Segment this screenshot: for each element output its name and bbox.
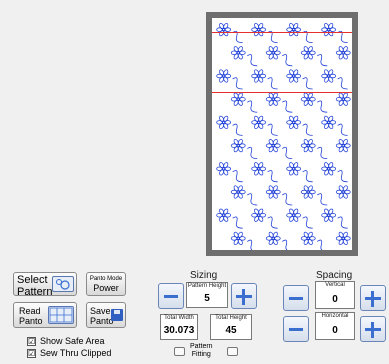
flower-motif [230,231,253,250]
spacing-heading: Spacing [316,270,353,281]
sew-thru-clipped-checkbox[interactable]: ☑ [27,348,36,358]
flower-motif [335,138,351,153]
pattern-preview-frame [206,12,358,256]
pattern-height-label: Pattern Height [187,283,227,289]
flower-pattern-graphic [216,22,351,250]
flower-motif [251,69,278,90]
flower-motif [300,185,328,206]
total-width-field[interactable]: Total Width 30.073 [160,314,198,340]
flower-motif [286,208,313,229]
horizontal-spacing-field[interactable]: Horizontal 0 [315,312,355,340]
vertical-spacing-field[interactable]: Vertical 0 [315,281,355,309]
horizontal-spacing-decrease-button[interactable] [283,316,309,342]
sew-thru-clipped-label: Sew Thru Clipped [40,348,112,358]
flower-motif [230,46,258,67]
plus-icon [371,322,374,338]
horizontal-spacing-label: Horizontal [321,313,349,319]
flower-motif [216,69,243,90]
flower-motif [230,185,258,206]
minus-icon [289,328,303,331]
flower-motif [230,138,258,159]
pattern-height-value: 5 [204,293,210,304]
safe-area-bottom-line [212,92,352,93]
flower-motif [286,69,313,90]
total-height-value: 45 [225,325,237,336]
flower-motif [321,115,348,136]
pattern-fitting-right-button[interactable] [227,347,238,356]
flower-motif [321,208,348,229]
show-safe-area-label: Show Safe Area [40,336,105,346]
flower-motif [300,92,328,113]
flower-motif [300,46,328,67]
total-width-label: Total Width [164,315,194,321]
show-safe-area-checkbox-row[interactable]: ☑ Show Safe Area [27,336,105,346]
select-pattern-label-line1: Select [17,274,48,286]
flower-motif [286,115,313,136]
vertical-spacing-decrease-button[interactable] [283,285,309,311]
flower-motif [265,92,293,113]
save-panto-label-line1: Save [90,306,111,316]
flower-motif [251,208,278,229]
minus-icon [289,297,303,300]
flower-motif [335,92,351,106]
minus-icon [164,295,178,298]
pattern-height-decrease-button[interactable] [158,283,184,309]
horizontal-spacing-value: 0 [332,325,338,336]
floppy-disk-icon [111,309,123,321]
panto-mode-button[interactable]: Panto Mode Power [86,272,126,296]
flower-motif [251,115,278,136]
vertical-spacing-value: 0 [332,294,338,305]
plus-icon [242,289,245,305]
pattern-height-field[interactable]: Pattern Height 5 [186,282,228,308]
horizontal-spacing-increase-button[interactable] [360,316,386,342]
flower-motif [265,138,293,159]
total-width-value: 30.073 [163,325,195,336]
save-panto-label-line2: Panto [90,316,114,326]
read-panto-grid-icon [48,306,74,324]
flower-motif [265,46,293,67]
save-panto-button[interactable]: Save Panto [86,302,126,328]
flower-motif [300,231,323,250]
pattern-fitting-label: Pattern Fitting [190,343,213,358]
show-safe-area-checkbox[interactable]: ☑ [27,336,36,346]
panto-mode-label: Panto Mode [89,276,123,282]
select-pattern-label-line2: Pattern [17,286,53,298]
flower-motif [335,46,351,60]
panto-mode-value: Power [93,283,119,293]
sizing-heading: Sizing [190,270,218,281]
flower-motif [286,162,313,183]
flower-motif [265,231,288,250]
safe-area-top-line [212,32,352,33]
flower-motif [265,185,293,206]
flower-motif [216,208,243,229]
flower-motif [216,115,243,136]
read-panto-label-line2: Panto [19,316,43,326]
flower-motif [216,162,243,183]
flower-motif [300,138,328,159]
total-height-field[interactable]: Total Height 45 [210,314,252,340]
flower-motif [321,162,348,183]
flower-motif [251,162,278,183]
sew-thru-clipped-checkbox-row[interactable]: ☑ Sew Thru Clipped [27,348,111,358]
select-pattern-button[interactable]: Select Pattern [13,272,77,298]
pattern-fitting-left-button[interactable] [174,347,185,356]
vertical-spacing-label: Vertical [325,282,345,288]
flower-motif [335,231,351,246]
read-panto-button[interactable]: Read Panto [13,302,77,328]
pattern-preview[interactable] [212,18,352,250]
read-panto-label-line1: Read [19,306,41,316]
vertical-spacing-increase-button[interactable] [360,285,386,311]
total-height-label: Total Height [215,315,247,321]
pattern-height-increase-button[interactable] [231,283,257,309]
pattern-selector-icon [52,276,74,292]
flower-motif [321,69,348,90]
flower-motif [335,185,351,199]
flower-motif [230,92,258,113]
plus-icon [371,291,374,307]
